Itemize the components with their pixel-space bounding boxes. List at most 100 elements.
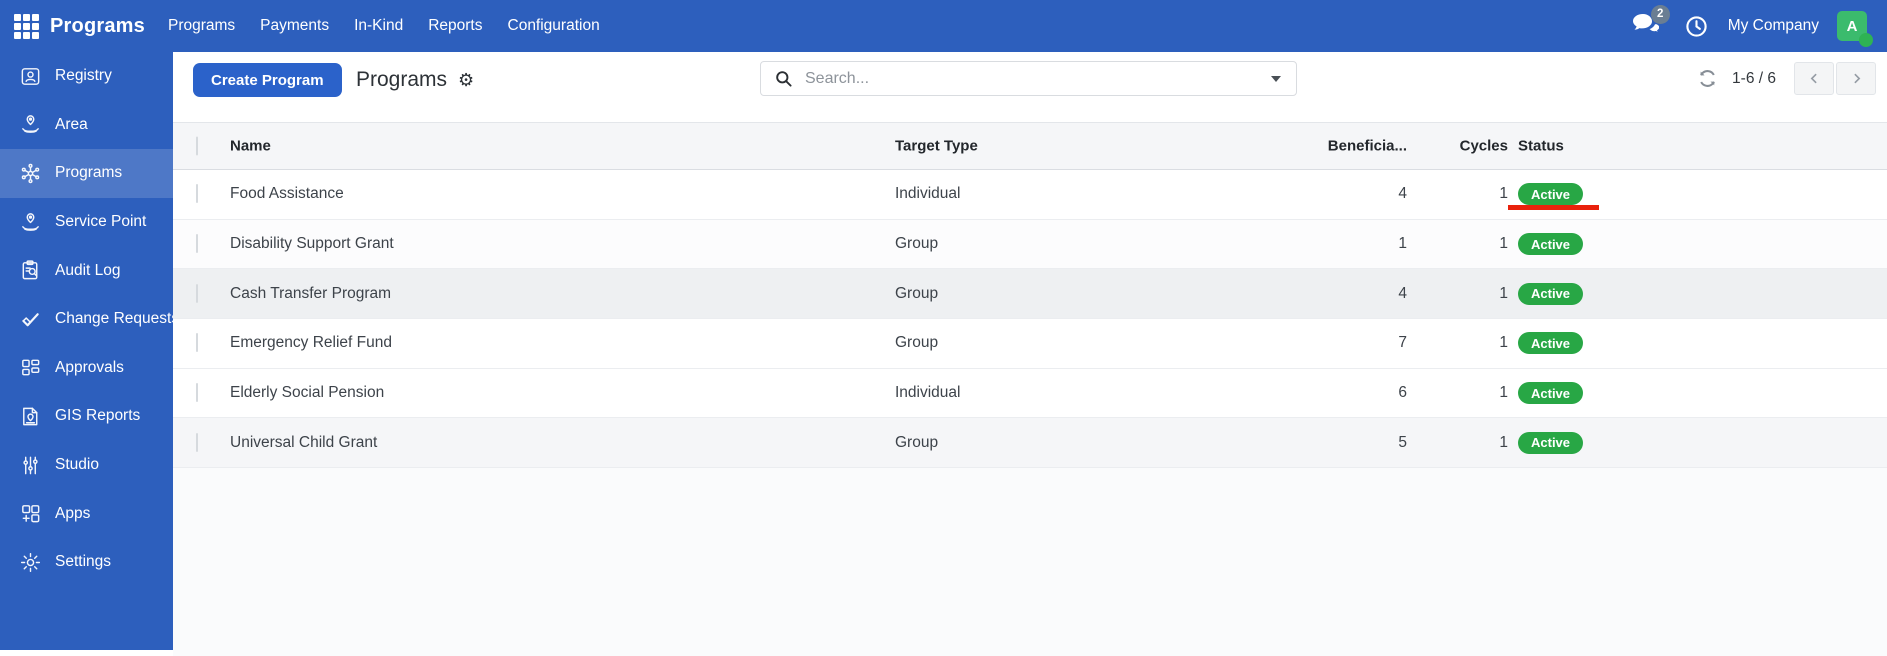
sidebar-item-programs[interactable]: Programs <box>0 149 173 198</box>
network-icon <box>21 163 40 184</box>
menu-reports[interactable]: Reports <box>428 13 482 39</box>
row-checkbox[interactable] <box>196 383 198 403</box>
avatar-letter: A <box>1846 17 1858 35</box>
id-card-icon <box>21 67 40 85</box>
table-row-emergency-relief-fund[interactable]: Emergency Relief Fund Group 7 1 Active <box>173 319 1887 369</box>
messages-icon[interactable]: 2 <box>1632 4 1670 40</box>
pager-previous-button[interactable] <box>1794 62 1834 95</box>
gear-icon <box>20 552 41 572</box>
cell-name: Elderly Social Pension <box>230 384 385 402</box>
status-badge: Active <box>1518 382 1584 405</box>
apps-grid-icon[interactable] <box>14 13 39 39</box>
cell-beneficiaries: 4 <box>1398 185 1407 203</box>
sidebar-item-settings[interactable]: Settings <box>0 538 173 587</box>
check-icon <box>22 312 39 327</box>
row-checkbox[interactable] <box>196 432 198 452</box>
cell-cycles: 1 <box>1499 284 1508 302</box>
search-filters-caret-icon[interactable] <box>1271 75 1281 82</box>
sidebar-item-label: Settings <box>55 553 112 571</box>
cell-cycles: 1 <box>1499 185 1508 203</box>
pager-next-button[interactable] <box>1836 62 1876 95</box>
pager-range: 1-6 / 6 <box>1732 69 1776 87</box>
application-window: Programs Programs Payments In-Kind Reports C… <box>0 0 1887 656</box>
cell-cycles: 1 <box>1499 235 1508 253</box>
search-input[interactable] <box>803 68 1271 89</box>
cell-name: Food Assistance <box>230 185 344 203</box>
grid-plus-icon <box>22 505 40 523</box>
row-checkbox[interactable] <box>196 184 198 204</box>
menu-payments[interactable]: Payments <box>260 13 329 39</box>
breadcrumb: Programs ⚙ <box>356 52 474 108</box>
annotation-underline <box>1508 205 1599 210</box>
create-program-button[interactable]: Create Program <box>193 63 342 97</box>
cell-name: Emergency Relief Fund <box>230 334 392 352</box>
app-title: Programs <box>50 14 145 37</box>
table-row-disability-support-grant[interactable]: Disability Support Grant Group 1 1 Active <box>173 219 1887 270</box>
sidebar-item-service-point[interactable]: Service Point <box>0 198 173 247</box>
column-header-status[interactable]: Status <box>1518 138 1564 155</box>
hand-pin-icon <box>22 212 39 231</box>
sidebar-item-registry[interactable]: Registry <box>0 52 173 101</box>
cell-name: Universal Child Grant <box>230 433 378 451</box>
cell-target-type: Group <box>895 334 939 352</box>
row-checkbox[interactable] <box>196 333 198 353</box>
table-row-universal-child-grant[interactable]: Universal Child Grant Group 5 1 Active <box>173 418 1887 469</box>
sidebar-item-change-requests[interactable]: Change Requests <box>0 295 179 344</box>
column-header-name[interactable]: Name <box>230 138 271 155</box>
online-status-dot <box>1859 33 1873 47</box>
view-settings-gear-icon[interactable]: ⚙ <box>458 71 474 89</box>
sidebar-item-audit-log[interactable]: Audit Log <box>0 246 173 295</box>
row-checkbox[interactable] <box>196 283 198 303</box>
sidebar-item-approvals[interactable]: Approvals <box>0 344 173 393</box>
sidebar-item-label: Audit Log <box>55 261 121 279</box>
sidebar-item-area[interactable]: Area <box>0 101 173 150</box>
sidebar-item-label: GIS Reports <box>55 407 141 425</box>
table-row-food-assistance[interactable]: Food Assistance Individual 4 1 Active <box>173 170 1887 220</box>
sidebar-item-label: Apps <box>55 504 91 522</box>
page-title: Programs <box>356 68 448 91</box>
cell-cycles: 1 <box>1499 334 1508 352</box>
sidebar-item-studio[interactable]: Studio <box>0 441 173 490</box>
menu-configuration[interactable]: Configuration <box>508 13 600 39</box>
cell-target-type: Group <box>895 235 939 253</box>
table-row-cash-transfer-program[interactable]: Cash Transfer Program Group 4 1 Active <box>173 269 1887 320</box>
company-switcher[interactable]: My Company <box>1728 17 1819 35</box>
sidebar-item-label: Service Point <box>55 213 147 231</box>
table-row-elderly-social-pension[interactable]: Elderly Social Pension Individual 6 1 Active <box>173 368 1887 419</box>
clipboard-search-icon <box>22 260 38 280</box>
status-badge: Active <box>1518 332 1584 355</box>
empty-area <box>173 468 1887 656</box>
status-badge: Active <box>1518 233 1584 256</box>
pager: 1-6 / 6 <box>1698 61 1876 96</box>
hand-pin-icon <box>22 115 39 134</box>
cell-cycles: 1 <box>1499 433 1508 451</box>
refresh-icon[interactable] <box>1698 69 1717 88</box>
sidebar-item-label: Area <box>55 115 88 133</box>
sidebar-item-apps[interactable]: Apps <box>0 489 173 538</box>
cell-cycles: 1 <box>1499 384 1508 402</box>
column-header-target-type[interactable]: Target Type <box>895 138 978 155</box>
left-sidebar: Registry Area Programs Service Point Audit L… <box>0 52 179 650</box>
menu-in-kind[interactable]: In-Kind <box>354 13 403 39</box>
messages-count-badge: 2 <box>1650 4 1670 24</box>
status-badge: Active <box>1518 431 1584 454</box>
search-bar <box>760 61 1297 96</box>
column-header-beneficia[interactable]: Beneficia... <box>1328 138 1407 155</box>
search-icon <box>774 69 793 88</box>
cell-beneficiaries: 1 <box>1398 235 1407 253</box>
blocks-icon <box>22 359 40 376</box>
select-all-checkbox[interactable] <box>196 136 198 156</box>
cell-beneficiaries: 5 <box>1398 433 1407 451</box>
cell-beneficiaries: 7 <box>1398 334 1407 352</box>
document-pin-icon <box>23 407 38 426</box>
cell-name: Cash Transfer Program <box>230 284 392 302</box>
cell-target-type: Group <box>895 433 939 451</box>
row-checkbox[interactable] <box>196 234 198 254</box>
cell-beneficiaries: 6 <box>1398 384 1407 402</box>
cell-beneficiaries: 4 <box>1398 284 1407 302</box>
column-header-cycles[interactable]: Cycles <box>1460 138 1508 155</box>
activities-clock-icon[interactable] <box>1685 15 1708 38</box>
menu-programs[interactable]: Programs <box>168 13 235 39</box>
user-avatar[interactable]: A <box>1837 11 1873 47</box>
sidebar-item-gis-reports[interactable]: GIS Reports <box>0 392 173 441</box>
